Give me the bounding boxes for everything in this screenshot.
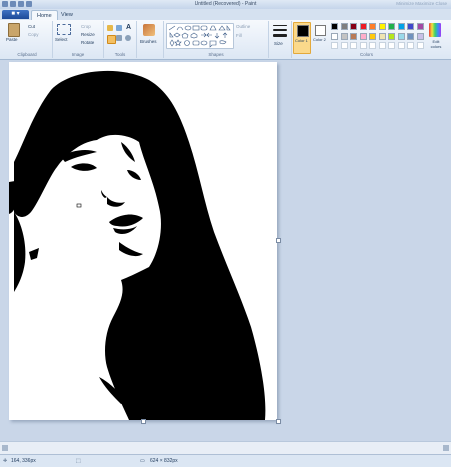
tools-group: A Tools [104,21,137,58]
canvas-workspace[interactable] [0,60,451,454]
text-tool-icon[interactable]: A [126,24,131,31]
palette-swatch[interactable] [378,32,386,40]
color2-label: Color 2 [313,37,326,42]
palette-swatch[interactable] [388,23,395,30]
edit-colors-icon[interactable] [429,23,441,37]
palette-swatch[interactable] [350,42,357,49]
palette-swatch[interactable] [407,23,414,30]
palette-swatch[interactable] [397,42,405,49]
scroll-left-arrow-icon[interactable] [2,445,8,451]
drawing-canvas[interactable] [9,62,277,420]
color1-label: Color 1 [295,38,308,43]
palette-swatch[interactable] [331,42,338,49]
shapes-group: Outline Fill Shapes [164,21,269,58]
ribbon: Paste Cut Copy Clipboard Select Crop Res… [0,20,451,60]
palette-swatch[interactable] [350,32,357,40]
palette-swatch[interactable] [340,23,348,30]
palette-swatch[interactable] [407,32,414,40]
selection-size-icon: ⬚ [76,458,81,464]
brushes-group: Brushes [137,21,164,58]
palette-swatch[interactable] [359,42,367,49]
cursor-position-icon: ✛ [3,458,8,464]
rotate-button[interactable]: Rotate [81,40,94,45]
palette-swatch[interactable] [378,42,386,49]
shapes-gallery[interactable] [166,23,234,49]
size-line-thick[interactable] [273,34,287,37]
palette-swatch[interactable] [350,23,357,30]
color2-swatch [315,25,326,36]
palette-swatch[interactable] [369,23,376,30]
fill-dropdown[interactable]: Fill [236,33,242,38]
paste-button[interactable]: Paste [6,37,18,42]
paste-icon[interactable] [8,23,20,37]
status-bar: ✛ 164, 336px ⬚ ▭ 624 × 832px [0,454,451,467]
scroll-right-arrow-icon[interactable] [443,445,449,451]
window-title: Untitled (Recovered) - Paint [194,1,257,7]
shapes-label: Shapes [208,52,224,57]
resize-button[interactable]: Resize [81,32,95,37]
palette-swatch[interactable] [369,42,376,49]
palette-swatch[interactable] [397,23,405,30]
palette-swatch[interactable] [378,23,386,30]
eraser-icon[interactable] [107,35,116,44]
outline-dropdown[interactable]: Outline [236,24,250,29]
palette-swatch[interactable] [359,23,367,30]
palette-swatch[interactable] [407,42,414,49]
color1-button[interactable]: Color 1 [293,22,311,54]
crop-button[interactable]: Crop [81,24,91,29]
color2-button[interactable]: Color 2 [312,22,328,52]
ribbon-tab-row: ■ ▾ Home View [0,9,451,21]
color1-swatch [297,25,309,37]
palette-swatch[interactable] [388,32,395,40]
palette-swatch[interactable] [397,32,405,40]
size-group: Size [269,21,292,58]
palette-swatch[interactable] [340,42,348,49]
canvas-size: 624 × 832px [150,458,178,464]
cursor-position: 164, 336px [11,458,36,464]
horizontal-scrollbar[interactable] [0,441,451,455]
brush-icon[interactable] [143,24,155,36]
canvas-size-icon: ▭ [140,458,145,464]
fill-bucket-icon[interactable] [116,25,122,31]
clipboard-label: Clipboard [17,52,37,57]
portrait-drawing [9,70,266,420]
color-picker-icon[interactable] [116,35,122,41]
palette-swatch[interactable] [416,32,424,40]
size-line-thin[interactable] [273,25,287,26]
edit-colors-button[interactable]: Edit colors [428,39,444,49]
clipboard-group: Paste Cut Copy Clipboard [2,21,53,58]
palette-swatch[interactable] [416,23,424,30]
palette-swatch[interactable] [340,32,348,40]
colors-label: Colors [360,52,374,57]
palette-swatch[interactable] [331,23,338,30]
window-controls[interactable]: Minimize Maximize Close [396,1,447,6]
tab-view[interactable]: View [56,10,78,20]
palette-swatch[interactable] [388,42,395,49]
brushes-button[interactable]: Brushes [140,39,157,44]
copy-button[interactable]: Copy [28,32,39,37]
tools-label: Tools [114,52,126,57]
canvas-resize-handle-corner[interactable] [276,419,281,424]
palette-swatch[interactable] [416,42,424,49]
canvas-resize-handle-right[interactable] [276,238,281,243]
cut-button[interactable]: Cut [28,24,35,29]
title-bar: Untitled (Recovered) - Paint Minimize Ma… [0,0,451,9]
size-button[interactable]: Size [274,41,283,46]
palette-swatch[interactable] [331,32,338,40]
select-icon[interactable] [57,24,71,35]
image-label: Image [71,52,85,57]
paint-menu-button[interactable]: ■ ▾ [2,10,29,19]
size-line-medium[interactable] [273,29,287,31]
select-button[interactable]: Select [55,37,68,42]
palette-swatch[interactable] [369,32,376,40]
image-group: Select Crop Resize Rotate Image [53,21,104,58]
pencil-icon[interactable] [107,25,113,31]
palette-swatch[interactable] [359,32,367,40]
canvas-resize-handle-bottom[interactable] [141,419,146,424]
color-palette [331,23,427,53]
magnifier-icon[interactable] [125,35,131,41]
